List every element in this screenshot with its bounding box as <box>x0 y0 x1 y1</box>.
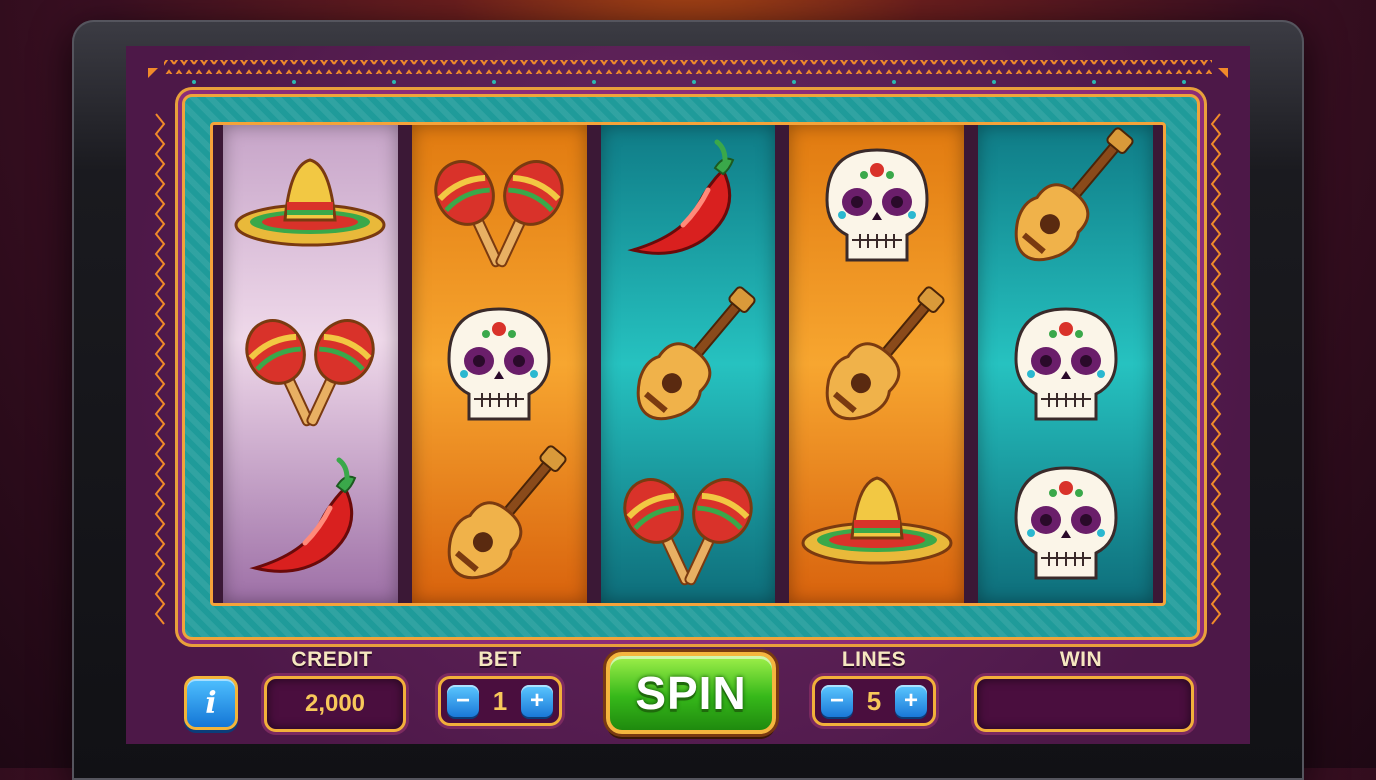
bet-label: BET <box>478 648 522 671</box>
spin-button[interactable]: SPIN <box>606 652 776 734</box>
info-button[interactable]: i <box>184 676 238 730</box>
slot-machine-screen: i CREDIT 2,000 BET − 1 + SPIN LINES − 5 … <box>126 46 1250 744</box>
chili-pepper-icon <box>613 130 763 280</box>
sugar-skull-icon <box>424 289 574 439</box>
reel-2 <box>411 125 587 603</box>
bet-increase-button[interactable]: + <box>521 685 553 717</box>
lines-value: 5 <box>866 685 882 716</box>
maracas-icon <box>613 448 763 598</box>
info-icon: i <box>205 685 217 721</box>
guitar-icon <box>424 445 574 598</box>
guitar-icon <box>613 286 763 439</box>
win-label: WIN <box>1059 648 1103 671</box>
lines-stepper: − 5 + <box>812 676 936 726</box>
sombrero-icon <box>234 130 386 280</box>
credit-label: CREDIT <box>291 648 373 671</box>
guitar-icon <box>802 286 952 439</box>
reel-5 <box>978 125 1153 603</box>
reel-area <box>210 122 1166 606</box>
reel-3 <box>600 125 776 603</box>
bet-value: 1 <box>492 685 508 716</box>
reel-4 <box>789 125 965 603</box>
sugar-skull-icon <box>802 130 952 280</box>
maracas-icon <box>235 289 385 439</box>
bet-decrease-button[interactable]: − <box>447 685 479 717</box>
credit-display: 2,000 <box>264 676 406 732</box>
sombrero-icon <box>801 448 953 598</box>
lines-increase-button[interactable]: + <box>895 685 927 717</box>
maracas-icon <box>424 130 574 280</box>
sugar-skull-icon <box>991 289 1141 439</box>
spin-label: SPIN <box>635 667 747 719</box>
lines-label: LINES <box>841 648 907 671</box>
credit-value: 2,000 <box>304 690 366 717</box>
bet-stepper: − 1 + <box>438 676 562 726</box>
guitar-icon <box>991 126 1141 280</box>
reel-1 <box>223 125 398 603</box>
lines-decrease-button[interactable]: − <box>821 685 853 717</box>
sugar-skull-icon <box>991 448 1141 598</box>
win-display <box>974 676 1194 732</box>
chili-pepper-icon <box>235 448 385 598</box>
